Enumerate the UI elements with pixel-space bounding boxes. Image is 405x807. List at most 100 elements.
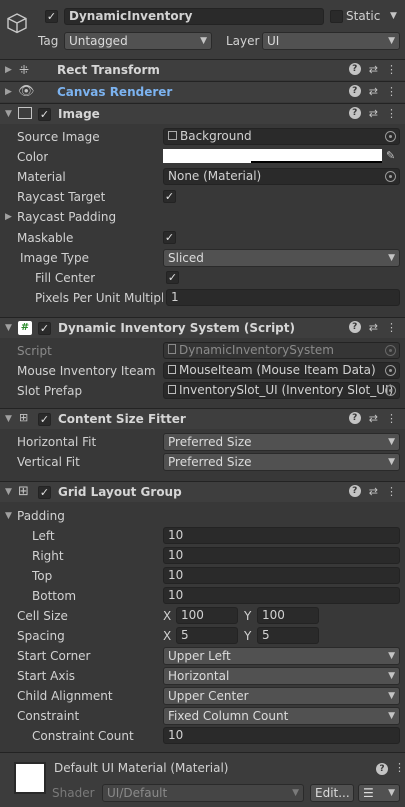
context-menu-icon[interactable]: ⋮ xyxy=(386,107,397,120)
eyedropper-icon[interactable]: ✎ xyxy=(386,149,395,162)
material-value: None (Material) xyxy=(168,169,262,183)
start-corner-dropdown[interactable]: Upper Left ▼ xyxy=(163,647,400,665)
foldout-arrow-icon[interactable]: ▶ xyxy=(5,65,12,75)
padding-left-label: Left xyxy=(32,529,55,543)
padding-left-field[interactable]: 10 xyxy=(163,527,400,544)
fill-center-checkbox[interactable]: ✓ xyxy=(166,271,179,284)
spacing-x-field[interactable]: 5 xyxy=(176,627,238,644)
image-enabled-checkbox[interactable]: ✓ xyxy=(38,108,51,121)
sprite-icon xyxy=(168,131,177,140)
object-picker-icon[interactable] xyxy=(385,171,396,182)
horizontal-fit-dropdown[interactable]: Preferred Size ▼ xyxy=(163,433,400,451)
padding-right-field[interactable]: 10 xyxy=(163,547,400,564)
shader-label: Shader xyxy=(52,786,95,800)
start-axis-row: Start Axis Horizontal ▼ xyxy=(0,666,405,686)
tag-dropdown[interactable]: Untagged ▼ xyxy=(64,32,212,50)
chevron-down-icon: ▼ xyxy=(200,36,207,46)
presets-icon[interactable]: ⇄ xyxy=(369,63,378,76)
spacing-x-label: X xyxy=(163,629,172,643)
help-icon[interactable]: ? xyxy=(376,763,388,775)
chevron-down-icon: ▼ xyxy=(388,788,395,798)
foldout-arrow-icon[interactable]: ▼ xyxy=(5,109,12,119)
raycast-target-label: Raycast Target xyxy=(17,190,106,204)
script-value: DynamicInventorySystem xyxy=(179,343,334,357)
context-menu-icon[interactable]: ⋮ xyxy=(386,321,397,334)
gameobject-name-field[interactable]: DynamicInventory xyxy=(64,8,324,25)
edit-button-label: Edit... xyxy=(315,786,350,800)
static-checkbox[interactable] xyxy=(330,10,343,23)
foldout-arrow-icon[interactable]: ▼ xyxy=(5,323,12,333)
context-menu-icon[interactable]: ⋮ xyxy=(386,85,397,98)
help-icon[interactable]: ? xyxy=(348,321,361,333)
spacing-y-field[interactable]: 5 xyxy=(257,627,319,644)
help-icon[interactable]: ? xyxy=(348,63,361,75)
image-header[interactable]: ▼ ✓ Image ? ⇄ ⋮ xyxy=(0,103,405,124)
gameobject-active-checkbox[interactable]: ✓ xyxy=(45,10,58,23)
grid-layout-enabled-checkbox[interactable]: ✓ xyxy=(38,486,51,499)
material-label: Material xyxy=(17,170,66,184)
canvas-renderer-title[interactable]: Canvas Renderer xyxy=(57,85,172,99)
help-icon[interactable]: ? xyxy=(348,107,361,119)
foldout-arrow-icon[interactable]: ▶ xyxy=(5,212,12,222)
mouse-inventory-field[interactable]: MouseIteam (Mouse Iteam Data) xyxy=(163,362,400,379)
shader-dropdown: UI/Default ▼ xyxy=(102,784,304,802)
presets-icon[interactable]: ⇄ xyxy=(369,485,378,498)
ppu-field[interactable]: 1 xyxy=(166,289,400,306)
context-menu-icon[interactable]: ⋮ xyxy=(386,63,397,76)
object-picker-icon[interactable] xyxy=(385,385,396,396)
cell-size-x-field[interactable]: 100 xyxy=(176,607,238,624)
padding-row[interactable]: ▼ Padding xyxy=(0,506,405,526)
image-type-dropdown[interactable]: Sliced ▼ xyxy=(163,249,400,267)
vertical-fit-row: Vertical Fit Preferred Size ▼ xyxy=(0,452,405,472)
padding-left-row: Left 10 xyxy=(0,526,405,546)
material-field[interactable]: None (Material) xyxy=(163,168,400,185)
foldout-arrow-icon[interactable]: ▼ xyxy=(5,487,12,497)
component-actions: ? ⇄ ⋮ xyxy=(348,485,397,498)
child-alignment-value: Upper Center xyxy=(168,689,249,703)
foldout-arrow-icon[interactable]: ▼ xyxy=(5,414,12,424)
padding-bottom-field[interactable]: 10 xyxy=(163,587,400,604)
canvas-renderer-header[interactable]: ▶ 👁 Canvas Renderer ? ⇄ ⋮ xyxy=(0,81,405,102)
component-actions: ? ⇄ ⋮ xyxy=(348,107,397,120)
object-picker-icon[interactable] xyxy=(385,131,396,142)
presets-icon[interactable]: ⇄ xyxy=(369,85,378,98)
foldout-arrow-icon[interactable]: ▼ xyxy=(5,511,12,521)
help-icon[interactable]: ? xyxy=(348,85,361,97)
presets-icon[interactable]: ⇄ xyxy=(369,412,378,425)
color-swatch[interactable] xyxy=(163,149,382,163)
vertical-fit-dropdown[interactable]: Preferred Size ▼ xyxy=(163,453,400,471)
content-size-fitter-enabled-checkbox[interactable]: ✓ xyxy=(38,413,51,426)
presets-icon[interactable]: ⇄ xyxy=(369,107,378,120)
raycast-padding-row[interactable]: ▶ Raycast Padding xyxy=(0,207,405,227)
padding-top-field[interactable]: 10 xyxy=(163,567,400,584)
foldout-arrow-icon[interactable]: ▶ xyxy=(5,87,12,97)
child-alignment-dropdown[interactable]: Upper Center ▼ xyxy=(163,687,400,705)
cell-size-label: Cell Size xyxy=(17,609,68,623)
content-size-fitter-header[interactable]: ▼ ⊞ ✓ Content Size Fitter ? ⇄ ⋮ xyxy=(0,408,405,429)
layer-dropdown[interactable]: UI ▼ xyxy=(262,32,400,50)
context-menu-icon[interactable]: ⋮ xyxy=(394,761,405,774)
dynamic-inventory-header[interactable]: ▼ # ✓ Dynamic Inventory System (Script) … xyxy=(0,317,405,338)
source-image-field[interactable]: Background xyxy=(163,128,400,145)
static-dropdown-icon[interactable]: ▼ xyxy=(390,11,397,21)
maskable-checkbox[interactable]: ✓ xyxy=(163,231,176,244)
help-icon[interactable]: ? xyxy=(348,485,361,497)
constraint-count-field[interactable]: 10 xyxy=(163,727,400,744)
constraint-dropdown[interactable]: Fixed Column Count ▼ xyxy=(163,707,400,725)
rect-transform-header[interactable]: ▶ ⁜ Rect Transform ? ⇄ ⋮ xyxy=(0,59,405,80)
chevron-down-icon: ▼ xyxy=(388,457,395,467)
shader-options-button[interactable]: ☰ ▼ xyxy=(358,784,400,802)
dynamic-inventory-enabled-checkbox[interactable]: ✓ xyxy=(38,322,51,335)
start-axis-dropdown[interactable]: Horizontal ▼ xyxy=(163,667,400,685)
grid-layout-header[interactable]: ▼ ⊞ ✓ Grid Layout Group ? ⇄ ⋮ xyxy=(0,481,405,502)
help-icon[interactable]: ? xyxy=(348,412,361,424)
slot-prefab-field[interactable]: InventorySlot_UI (Inventory Slot_UI) xyxy=(163,382,400,399)
chevron-down-icon: ▼ xyxy=(388,253,395,263)
object-picker-icon[interactable] xyxy=(385,365,396,376)
context-menu-icon[interactable]: ⋮ xyxy=(386,485,397,498)
context-menu-icon[interactable]: ⋮ xyxy=(386,412,397,425)
presets-icon[interactable]: ⇄ xyxy=(369,321,378,334)
edit-shader-button[interactable]: Edit... xyxy=(310,784,354,802)
cell-size-y-field[interactable]: 100 xyxy=(257,607,319,624)
raycast-target-checkbox[interactable]: ✓ xyxy=(163,190,176,203)
